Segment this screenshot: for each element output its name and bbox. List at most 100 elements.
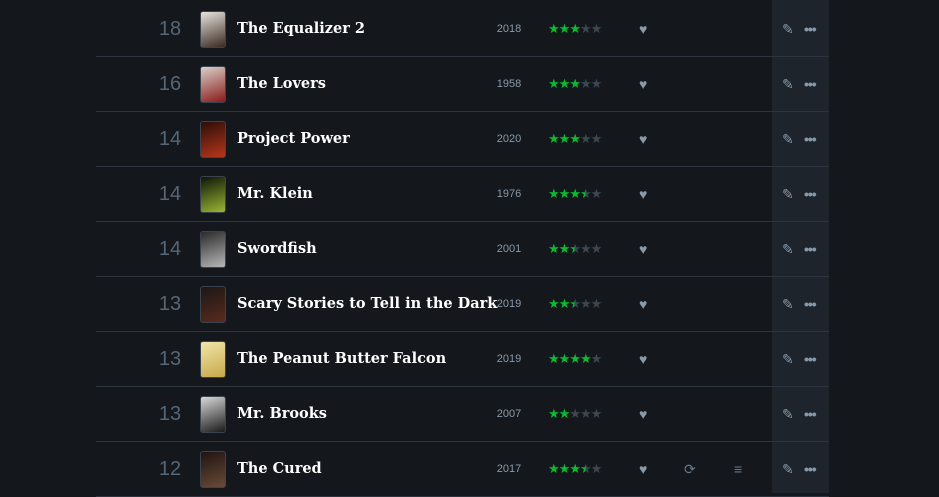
film-poster[interactable] [200,341,226,378]
star-icon: ★ [548,241,560,256]
star-rating: ★★★★★ [548,2,602,56]
heart-icon[interactable]: ♥ [639,57,647,111]
star-icon: ★ [590,186,603,201]
diary-entry-row[interactable]: 18 The Equalizer 2 2018 ★★★★★ ♥ ✎ ••• [96,2,829,57]
film-poster[interactable] [200,396,226,433]
entry-day[interactable]: 18 [150,2,190,56]
film-poster[interactable] [200,11,226,48]
film-title-link[interactable]: Swordfish [237,222,317,276]
film-poster[interactable] [200,286,226,323]
half-star-icon: ★ [569,296,581,311]
heart-icon[interactable]: ♥ [639,332,647,386]
film-poster[interactable] [200,66,226,103]
heart-icon[interactable]: ♥ [639,222,647,276]
film-year[interactable]: 1976 [488,167,530,221]
review-icon[interactable]: ≡ [734,442,742,496]
diary-entry-row[interactable]: 16 The Lovers 1958 ★★★★★ ♥ ✎ ••• [96,57,829,112]
star-icon: ★ [548,76,560,91]
star-icon: ★ [548,131,560,146]
half-star-icon: ★ [569,241,581,256]
more-options-icon[interactable]: ••• [804,332,817,386]
entry-day[interactable]: 14 [150,167,190,221]
film-title-link[interactable]: The Lovers [237,57,326,111]
more-options-icon[interactable]: ••• [804,222,817,276]
film-title-link[interactable]: Mr. Brooks [237,387,327,441]
more-options-icon[interactable]: ••• [804,387,817,441]
star-icon: ★ [548,461,560,476]
star-icon: ★ [579,76,592,91]
diary-entry-row[interactable]: 14 Swordfish 2001 ★★★★★ ♥ ✎ ••• [96,222,829,277]
star-rating: ★★★★★ [548,387,602,441]
star-icon: ★ [590,131,603,146]
heart-icon[interactable]: ♥ [639,277,647,331]
more-options-icon[interactable]: ••• [804,277,817,331]
entry-day[interactable]: 12 [150,442,190,496]
film-poster[interactable] [200,231,226,268]
edit-icon[interactable]: ✎ [782,222,794,276]
star-icon: ★ [558,21,571,36]
more-options-icon[interactable]: ••• [804,2,817,56]
diary-entry-row[interactable]: 14 Project Power 2020 ★★★★★ ♥ ✎ ••• [96,112,829,167]
film-year[interactable]: 2019 [488,332,530,386]
star-icon: ★ [579,21,592,36]
entry-day[interactable]: 14 [150,222,190,276]
star-icon: ★ [590,296,603,311]
edit-icon[interactable]: ✎ [782,442,794,496]
film-year[interactable]: 2001 [488,222,530,276]
star-rating: ★★★★★ [548,167,603,221]
star-rating: ★★★★★ [548,112,603,166]
star-icon: ★ [558,241,571,256]
diary-entry-row[interactable]: 14 Mr. Klein 1976 ★★★★★ ♥ ✎ ••• [96,167,829,222]
film-year[interactable]: 1958 [488,57,530,111]
entry-day[interactable]: 16 [150,57,190,111]
film-year[interactable]: 2019 [488,277,530,331]
star-icon: ★ [569,461,581,476]
entry-day[interactable]: 13 [150,332,190,386]
entry-day[interactable]: 13 [150,277,190,331]
heart-icon[interactable]: ♥ [639,387,647,441]
heart-icon[interactable]: ♥ [639,442,647,496]
film-year[interactable]: 2018 [488,2,530,56]
diary-entry-row[interactable]: 13 Mr. Brooks 2007 ★★★★★ ♥ ✎ ••• [96,387,829,442]
star-icon: ★ [558,296,571,311]
edit-icon[interactable]: ✎ [782,112,794,166]
film-title-link[interactable]: The Equalizer 2 [237,2,365,56]
star-icon: ★ [569,21,581,36]
film-poster[interactable] [200,121,226,158]
star-icon: ★ [579,241,592,256]
film-title-link[interactable]: Project Power [237,112,350,166]
film-title-link[interactable]: Mr. Klein [237,167,313,221]
more-options-icon[interactable]: ••• [804,442,817,496]
star-icon: ★ [558,186,571,201]
film-poster[interactable] [200,451,226,488]
film-title-link[interactable]: The Peanut Butter Falcon [237,332,446,386]
star-rating: ★★★★★ [548,222,602,276]
film-year[interactable]: 2017 [488,442,530,496]
film-poster[interactable] [200,176,226,213]
heart-icon[interactable]: ♥ [639,112,647,166]
film-year[interactable]: 2007 [488,387,530,441]
edit-icon[interactable]: ✎ [782,167,794,221]
diary-entry-row[interactable]: 12 The Cured 2017 ★★★★★ ♥ ⟳ ≡ ✎ ••• [96,442,829,497]
entry-day[interactable]: 14 [150,112,190,166]
film-title-link[interactable]: The Cured [237,442,322,496]
more-options-icon[interactable]: ••• [804,167,817,221]
rewatch-icon[interactable]: ⟳ [684,442,696,496]
star-icon: ★ [569,186,581,201]
entry-day[interactable]: 13 [150,387,190,441]
heart-icon[interactable]: ♥ [639,2,647,56]
edit-icon[interactable]: ✎ [782,387,794,441]
heart-icon[interactable]: ♥ [639,167,647,221]
edit-icon[interactable]: ✎ [782,277,794,331]
diary-entry-row[interactable]: 13 Scary Stories to Tell in the Dark 2019 ★… [96,277,829,332]
more-options-icon[interactable]: ••• [804,57,817,111]
film-year[interactable]: 2020 [488,112,530,166]
edit-icon[interactable]: ✎ [782,332,794,386]
diary-entry-row[interactable]: 13 The Peanut Butter Falcon 2019 ★★★★★ ♥ ✎ ••• [96,332,829,387]
star-rating: ★★★★★ [548,332,602,386]
star-icon: ★ [558,131,571,146]
more-options-icon[interactable]: ••• [804,112,817,166]
edit-icon[interactable]: ✎ [782,57,794,111]
edit-icon[interactable]: ✎ [782,2,794,56]
film-title-link[interactable]: Scary Stories to Tell in the Dark [237,277,497,331]
